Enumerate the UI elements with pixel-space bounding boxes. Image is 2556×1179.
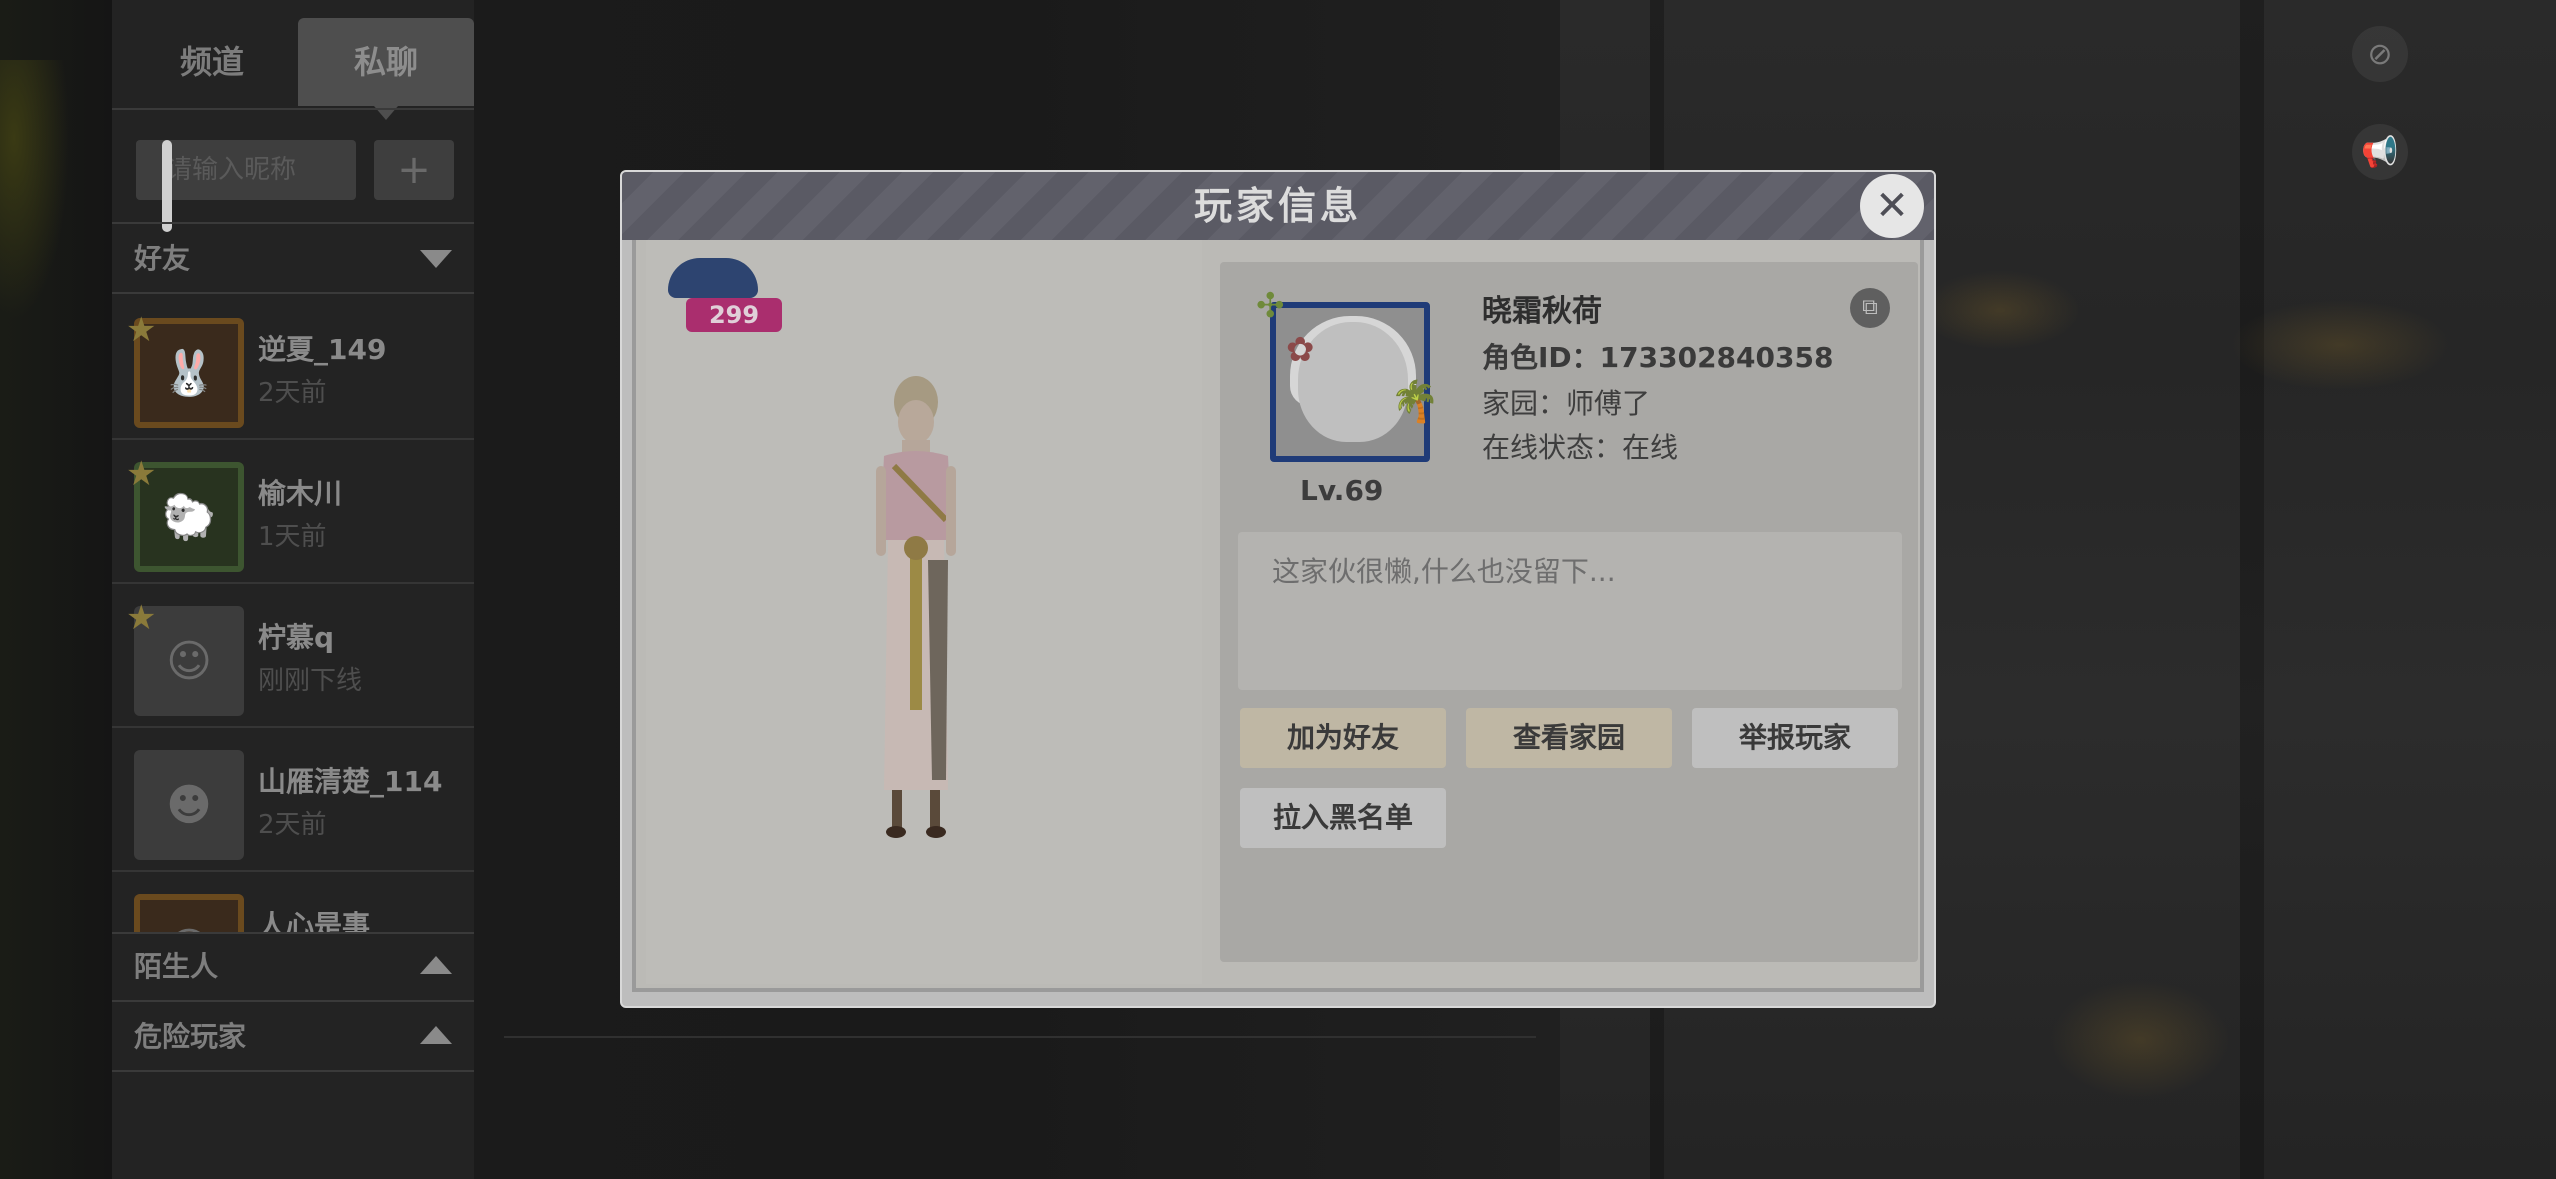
divider [112, 108, 474, 110]
divider [504, 1036, 1536, 1038]
background-light [1920, 270, 2080, 350]
wave-badge-icon [668, 258, 758, 298]
star-icon: ★ [126, 598, 157, 638]
friend-list: 🐰 ★ 逆夏_149 2天前 🐑 ★ 榆木川 1天前 ☺ ★ 柠慕q 刚刚下线 … [112, 296, 474, 932]
player-name: 晓霜秋荷 [1482, 294, 1602, 329]
avatar: ☺ [134, 894, 244, 932]
star-icon: ★ [126, 454, 157, 494]
background-light [2230, 300, 2450, 390]
star-icon: ★ [126, 310, 157, 350]
dialog-body: 299 ✿ [632, 240, 1924, 992]
dialog-title: 玩家信息 [1193, 184, 1362, 228]
character-model[interactable] [836, 370, 996, 850]
list-item[interactable]: 🐰 ★ 逆夏_149 2天前 [112, 296, 474, 440]
tab-private-chat[interactable]: 私聊 [298, 18, 474, 120]
last-online: 2天前 [258, 378, 327, 408]
pinwheel-icon: ✣ [1256, 286, 1285, 326]
section-dangerous-players[interactable]: 危险玩家 [112, 1004, 474, 1070]
player-level: Lv.69 [1300, 474, 1384, 507]
last-online: 1天前 [258, 522, 327, 552]
section-label: 危险玩家 [134, 1020, 247, 1053]
divider [112, 1000, 474, 1002]
list-item[interactable]: ☺ ★ 柠慕q 刚刚下线 [112, 584, 474, 728]
add-friend-button[interactable]: + [374, 140, 454, 200]
friend-name: 逆夏_149 [258, 333, 387, 366]
friend-name: 山雁清楚_114 [258, 765, 443, 798]
player-info-dialog: 玩家信息 ✕ 299 ✿ ✣ 🌴 Lv.69 晓霜秋荷 ⧉ 角色ID：17330… [620, 170, 1936, 1008]
last-online: 2天前 [258, 810, 327, 840]
section-label: 陌生人 [134, 950, 219, 983]
tab-channel[interactable]: 频道 [122, 18, 302, 106]
last-online: 刚刚下线 [258, 666, 363, 696]
friend-name: 人心是事 [258, 909, 371, 932]
scroll-indicator[interactable] [162, 140, 172, 232]
section-friends[interactable]: 好友 [112, 226, 474, 292]
divider [112, 222, 474, 224]
home-info: 家园：师傅了 [1482, 387, 1651, 420]
flower-icon: ✿ [1286, 330, 1315, 370]
section-label: 好友 [134, 242, 191, 275]
chevron-down-icon [420, 250, 452, 268]
chevron-up-icon [420, 956, 452, 974]
close-button[interactable]: ✕ [1860, 174, 1924, 238]
background-light [2050, 980, 2230, 1100]
list-item[interactable]: ☺ 人心是事 [112, 872, 474, 932]
view-home-button[interactable]: 查看家园 [1466, 708, 1672, 768]
background-glow [0, 60, 70, 320]
friend-name: 榆木川 [258, 477, 343, 510]
list-item[interactable]: ☻ 山雁清楚_114 2天前 [112, 728, 474, 872]
background-stripe [2240, 0, 2264, 1179]
add-friend-button[interactable]: 加为好友 [1240, 708, 1446, 768]
divider [112, 1070, 474, 1072]
character-preview: 299 [646, 240, 1202, 984]
player-info-panel: ✿ ✣ 🌴 Lv.69 晓霜秋荷 ⧉ 角色ID：17330284035​8 家园… [1220, 262, 1918, 962]
friend-name: 柠慕q [258, 621, 335, 654]
chat-sidebar: 频道 私聊 请输入昵称 + 好友 🐰 ★ 逆夏_149 2天前 🐑 ★ 榆木川 … [112, 0, 474, 1179]
report-player-button[interactable]: 举报玩家 [1692, 708, 1898, 768]
chevron-up-icon [420, 1026, 452, 1044]
role-id: 角色ID：17330284035​8 [1482, 341, 1834, 374]
section-strangers[interactable]: 陌生人 [112, 934, 474, 1000]
avatar: ☻ [134, 750, 244, 860]
list-item[interactable]: 🐑 ★ 榆木川 1天前 [112, 440, 474, 584]
copy-icon[interactable]: ⧉ [1850, 288, 1890, 328]
player-bio: 这家伙很懒,什么也没留下... [1238, 532, 1902, 690]
online-status: 在线状态：在线 [1482, 431, 1679, 464]
megaphone-icon[interactable]: 📢 [2352, 124, 2408, 180]
chat-tabs: 频道 私聊 [112, 18, 474, 120]
close-icon: ✕ [1875, 183, 1909, 229]
divider [112, 292, 474, 294]
voice-off-icon[interactable]: ⊘ [2352, 26, 2408, 82]
blacklist-button[interactable]: 拉入黑名单 [1240, 788, 1446, 848]
badge-value: 299 [686, 298, 782, 332]
palm-tree-icon: 🌴 [1390, 379, 1440, 425]
